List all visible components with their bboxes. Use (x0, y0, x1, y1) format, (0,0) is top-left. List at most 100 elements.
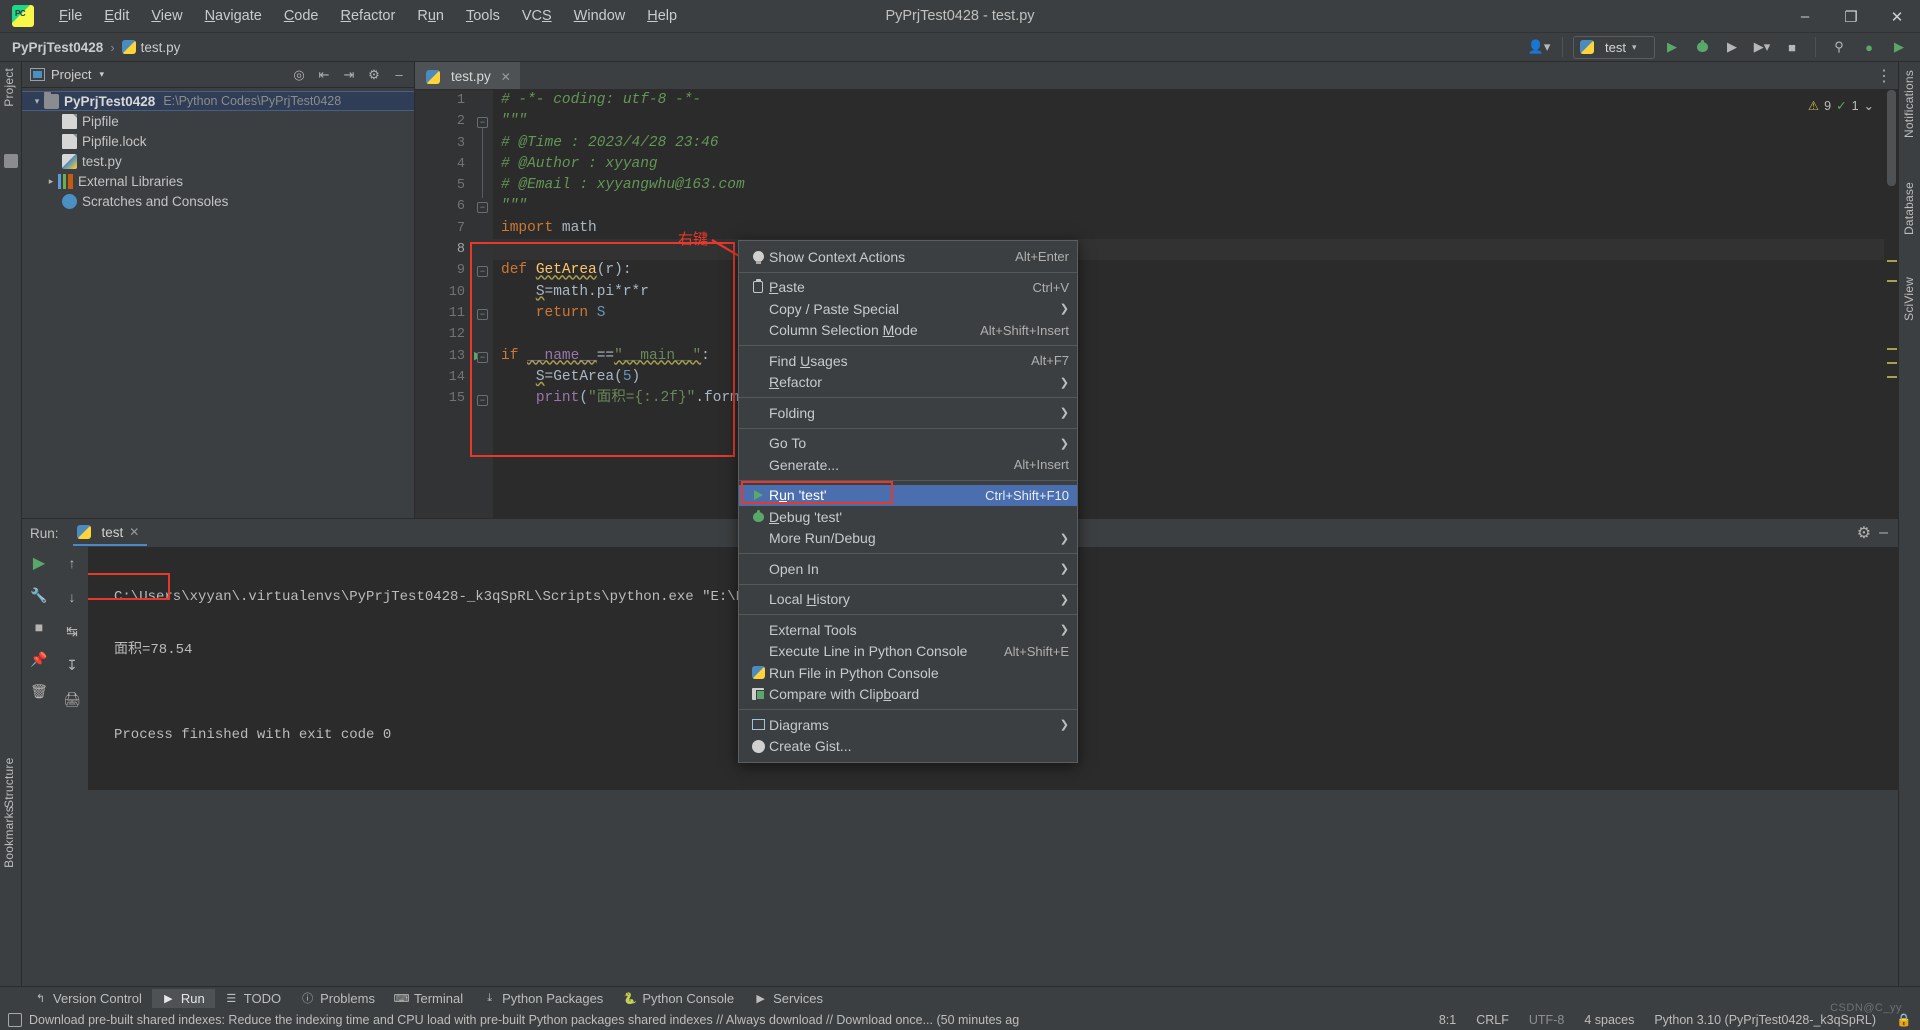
editor-tab-test-py[interactable]: test.py ✕ (415, 62, 520, 89)
menu-item-generate[interactable]: Generate... Alt+Insert (739, 454, 1077, 476)
caret-position[interactable]: 8:1 (1439, 1013, 1456, 1027)
menu-help[interactable]: Help (636, 4, 688, 28)
scroll-to-end-icon[interactable]: ↧ (61, 655, 83, 675)
menu-navigate[interactable]: Navigate (194, 4, 273, 28)
menu-edit[interactable]: Edit (93, 4, 140, 28)
search-everywhere-icon[interactable]: ⚲ (1826, 36, 1852, 59)
inspection-mark[interactable] (1887, 260, 1897, 262)
chevron-down-icon[interactable]: ▾ (30, 96, 44, 107)
tree-item-external-libraries[interactable]: ▸ External Libraries (22, 171, 414, 191)
menu-window[interactable]: Window (563, 4, 637, 28)
file-encoding[interactable]: UTF-8 (1529, 1013, 1564, 1027)
menu-item-external-tools[interactable]: External Tools ❯ (739, 619, 1077, 641)
stop-button[interactable]: ■ (1779, 36, 1805, 59)
run-button[interactable]: ▶ (1659, 36, 1685, 59)
editor-options-icon[interactable]: ⋮ (1876, 62, 1898, 89)
hide-panel-icon[interactable]: – (388, 64, 410, 86)
menu-item-more-run-debug[interactable]: More Run/Debug ❯ (739, 528, 1077, 550)
strip-label-bookmarks[interactable]: Bookmarks (2, 806, 16, 868)
menu-item-refactor[interactable]: Refactor ❯ (739, 372, 1077, 394)
inspection-mark[interactable] (1887, 376, 1897, 378)
fold-marker-icon[interactable]: − (477, 117, 488, 128)
pin-icon[interactable]: 📌 (28, 649, 50, 669)
bottom-tab-todo[interactable]: ☰ TODO (215, 989, 291, 1008)
chevron-right-icon[interactable]: ▸ (44, 176, 58, 187)
menu-item-copy-paste-special[interactable]: Copy / Paste Special ❯ (739, 298, 1077, 320)
bottom-tab-services[interactable]: ▶ Services (744, 989, 833, 1008)
menu-item-compare-with-clipboard[interactable]: Compare with Clipboard (739, 684, 1077, 706)
tree-item-scratches[interactable]: Scratches and Consoles (22, 191, 414, 211)
fold-marker-icon[interactable]: − (477, 266, 488, 277)
tree-item-pipfile[interactable]: Pipfile (22, 111, 414, 131)
strip-label-structure[interactable]: Structure (2, 68, 16, 809)
bottom-tab-run[interactable]: ▶ Run (151, 988, 215, 1008)
debug-button[interactable] (1689, 36, 1715, 59)
fold-marker-icon[interactable]: − (477, 309, 488, 320)
inspection-chevron-down-icon[interactable]: ⌄ (1864, 98, 1874, 113)
fold-marker-icon[interactable]: − (477, 202, 488, 213)
menu-item-go-to[interactable]: Go To ❯ (739, 433, 1077, 455)
menu-tools[interactable]: Tools (455, 4, 511, 28)
indent-setting[interactable]: 4 spaces (1584, 1013, 1634, 1027)
menu-file[interactable]: File (48, 4, 93, 28)
maximize-button[interactable]: ❐ (1828, 0, 1874, 33)
run-configuration-selector[interactable]: test ▾ (1573, 35, 1655, 59)
fold-marker-icon[interactable]: − (477, 395, 488, 406)
project-tree[interactable]: ▾ PyPrjTest0428 E:\Python Codes\PyPrjTes… (22, 88, 414, 211)
breadcrumb-file[interactable]: test.py (121, 40, 180, 55)
strip-label-database[interactable]: Database (1902, 182, 1916, 235)
menu-item-diagrams[interactable]: Diagrams ❯ (739, 714, 1077, 736)
menu-item-create-gist[interactable]: Create Gist... (739, 736, 1077, 758)
inspection-mark[interactable] (1887, 362, 1897, 364)
breadcrumb-project[interactable]: PyPrjTest0428 (12, 40, 103, 55)
menu-vcs[interactable]: VCS (511, 4, 563, 28)
menu-run[interactable]: Run (406, 4, 455, 28)
line-separator[interactable]: CRLF (1476, 1013, 1509, 1027)
close-run-tab-icon[interactable]: ✕ (129, 525, 139, 539)
soft-wrap-icon[interactable]: ↹ (61, 621, 83, 641)
project-view-chevron-down-icon[interactable]: ▾ (99, 69, 104, 80)
editor-scrollbar[interactable] (1884, 90, 1898, 518)
scrollbar-thumb[interactable] (1887, 90, 1896, 186)
updates-icon[interactable]: ● (1856, 36, 1882, 59)
inspection-mark[interactable] (1887, 348, 1897, 350)
tree-item-pipfile-lock[interactable]: Pipfile.lock (22, 131, 414, 151)
menu-code[interactable]: Code (273, 4, 330, 28)
gear-icon[interactable]: ⚙ (363, 64, 385, 86)
account-icon[interactable]: 👤▾ (1526, 37, 1552, 57)
close-tab-icon[interactable]: ✕ (501, 70, 511, 84)
tree-item-test-py[interactable]: test.py (22, 151, 414, 171)
menu-item-local-history[interactable]: Local History ❯ (739, 589, 1077, 611)
menu-item-folding[interactable]: Folding ❯ (739, 402, 1077, 424)
up-arrow-icon[interactable]: ↑ (61, 553, 83, 573)
inspection-widget[interactable]: ⚠ 9 ✓ 1 ⌄ (1808, 98, 1874, 114)
expand-all-icon[interactable]: ⇤ (313, 64, 335, 86)
close-button[interactable]: ✕ (1874, 0, 1920, 33)
rerun-icon[interactable]: ▶ (28, 553, 50, 573)
menu-item-column-selection-mode[interactable]: Column Selection Mode Alt+Shift+Insert (739, 320, 1077, 342)
run-settings-gear-icon[interactable]: ⚙ (1857, 523, 1871, 543)
menu-item-debug-test[interactable]: Debug 'test' (739, 506, 1077, 528)
bottom-tab-python-packages[interactable]: ⤓ Python Packages (473, 989, 613, 1008)
bottom-tab-version-control[interactable]: ↰ Version Control (24, 989, 152, 1008)
notification-icon[interactable] (8, 1012, 22, 1027)
status-message[interactable]: Download pre-built shared indexes: Reduc… (29, 1013, 1019, 1027)
menu-view[interactable]: View (140, 4, 193, 28)
collapse-all-icon[interactable]: ⇥ (338, 64, 360, 86)
python-interpreter[interactable]: Python 3.10 (PyPrjTest0428-_k3qSpRL) (1654, 1013, 1876, 1027)
locate-file-icon[interactable]: ◎ (288, 64, 310, 86)
trash-icon[interactable]: 🗑 (28, 681, 50, 701)
menu-item-open-in[interactable]: Open In ❯ (739, 558, 1077, 580)
inspection-mark[interactable] (1887, 280, 1897, 282)
fold-marker-icon[interactable]: − (477, 352, 488, 363)
hide-run-panel-icon[interactable]: – (1879, 524, 1888, 542)
down-arrow-icon[interactable]: ↓ (61, 587, 83, 607)
strip-label-notifications[interactable]: Notifications (1902, 70, 1916, 138)
menu-item-show-context-actions[interactable]: Show Context Actions Alt+Enter (739, 246, 1077, 268)
run-tab-test[interactable]: test ✕ (72, 521, 148, 546)
lock-icon[interactable]: 🔒 (1896, 1013, 1912, 1027)
ide-settings-icon[interactable]: ▶ (1886, 36, 1912, 59)
editor-context-menu[interactable]: Show Context Actions Alt+Enter Paste Ctr… (738, 240, 1078, 763)
menu-refactor[interactable]: Refactor (330, 4, 407, 28)
menu-item-run-test[interactable]: Run 'test' Ctrl+Shift+F10 (739, 484, 1077, 506)
